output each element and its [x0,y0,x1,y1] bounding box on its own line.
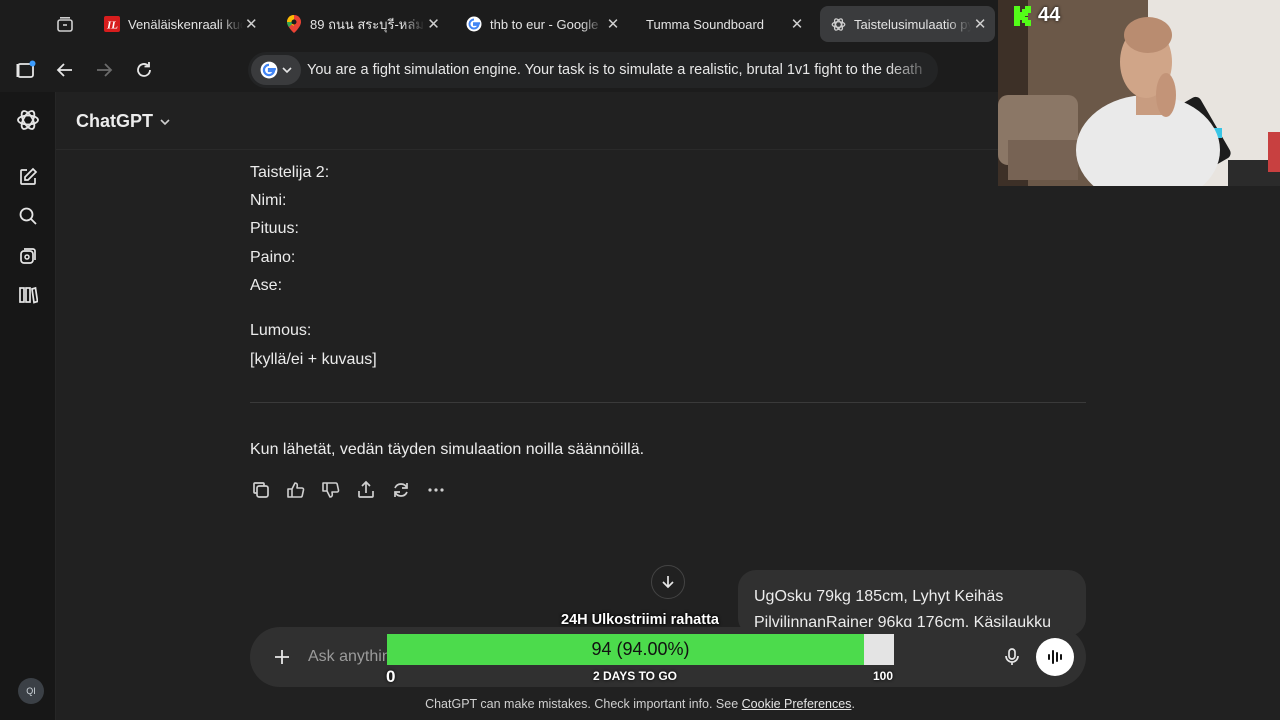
copy-icon [252,481,269,498]
thumbs-up-button[interactable] [283,477,308,502]
tab-title: thb to eur - Google [490,16,599,32]
forward-arrow-icon [97,63,113,77]
il-news-icon: IL [104,16,120,32]
fighter2-heading: Taistelija 2: [250,164,330,181]
chatgpt-logo-icon [830,16,846,32]
goal-min-label: 0 [386,667,396,686]
message-actions [248,477,448,502]
goal-days-left: 2 DAYS TO GO [592,669,678,683]
regenerate-button[interactable] [388,477,413,502]
tab-title: Tumma Soundboard [646,16,765,32]
share-icon [357,480,374,498]
disclaimer-period: . [851,697,855,711]
new-chat-button[interactable] [14,163,42,191]
field-name: Nimi: [250,192,287,209]
field-weight: Paino: [250,249,296,266]
map-pin-icon [286,15,302,33]
field-height: Pituus: [250,220,299,237]
tab-title: Taistelusimulaatio py [854,16,972,32]
copy-button[interactable] [248,477,273,502]
plus-icon [275,650,289,664]
prompt-input[interactable]: Ask anything [308,648,400,666]
kick-logo-icon [1014,5,1031,26]
more-dots-icon [427,487,444,492]
thumbs-down-button[interactable] [318,477,343,502]
model-label: ChatGPT [76,111,154,131]
microphone-icon [1005,648,1019,665]
close-tab-icon[interactable]: ✕ [604,15,622,33]
tab-strip: IL Venäläiskenraali kuo ✕ 89 ถนน สระบุรี… [0,0,1000,48]
goal-max-label: 100 [873,669,894,683]
enchant-heading: Lumous: [250,322,312,339]
model-selector[interactable]: ChatGPT [76,111,171,132]
edit-icon [20,167,38,185]
search-engine-chip[interactable] [251,55,301,85]
reload-icon [137,62,151,77]
goal-progress-label: 94 (94.00%) [591,639,690,659]
panel-icon [16,60,36,78]
regenerate-icon [393,482,408,497]
chevron-down-icon [282,67,292,74]
attach-button[interactable] [268,643,296,671]
openai-logo-icon [17,110,39,130]
close-tab-icon[interactable]: ✕ [425,15,442,33]
tab-overview-icon [57,16,73,32]
cookie-preferences-link[interactable]: Cookie Preferences [742,697,852,711]
tab-title: 89 ถนน สระบุรี-หล่มสั [310,16,426,32]
closing-text: Kun lähetät, vedän täyden simulaation no… [250,441,645,458]
svg-text:IL: IL [106,20,118,32]
tab-search-button[interactable] [52,12,78,38]
sound-wave-icon [1048,650,1062,664]
google-icon [466,16,482,32]
openai-logo-button[interactable] [14,106,42,134]
chevron-down-icon [160,118,170,125]
arrow-down-icon [662,576,674,589]
books-icon [19,286,38,304]
chat-sidebar: QI [0,92,56,720]
goal-title: 24H Ulkostriimi rahatta [561,612,719,628]
goal-progress-bar: 94 (94.00%) [387,634,894,665]
address-bar[interactable]: You are a fight simulation engine. Your … [248,52,938,88]
disclaimer-text: ChatGPT can make mistakes. Check importa… [425,697,742,711]
voice-mode-button[interactable] [1036,638,1074,676]
dictate-button[interactable] [998,643,1026,671]
viewer-count: 44 [1038,4,1061,26]
tab-title: Venäläiskenraali kuo [128,16,243,32]
tab-tumma-soundboard[interactable]: Tumma Soundboard ✕ [636,6,812,42]
screen: IL Venäläiskenraali kuo ✕ 89 ถนน สระบุรี… [0,0,1280,720]
tab-taistelusimulaatio[interactable]: Taistelusimulaatio py ✕ [820,6,995,42]
library-button[interactable] [14,242,42,270]
webcam-feed [998,0,1280,186]
viewer-badge: 44 [1012,4,1060,27]
thumbs-down-icon [321,481,339,498]
message-divider [250,402,1086,403]
enchant-value: [kyllä/ei + kuvaus] [250,351,377,368]
forward-button[interactable] [90,56,118,84]
disclaimer: ChatGPT can make mistakes. Check importa… [0,697,1280,711]
search-icon [19,207,37,225]
scroll-to-bottom-button[interactable] [651,565,685,599]
thumbs-up-icon [286,481,304,498]
close-tab-icon[interactable]: ✕ [788,15,806,33]
gpts-button[interactable] [14,281,42,309]
field-weapon: Ase: [250,277,283,294]
sidebar-toggle-button[interactable] [12,56,40,84]
webcam-image [998,0,1280,186]
more-options-button[interactable] [423,477,448,502]
search-chats-button[interactable] [14,202,42,230]
google-icon [260,61,278,79]
user-message-line: UgOsku 79kg 185cm, Lyhyt Keihäs [754,588,1004,605]
tab-google-search[interactable]: thb to eur - Google ✕ [456,6,628,42]
back-button[interactable] [51,56,79,84]
reload-button[interactable] [130,56,158,84]
tab-venalaiskenraali[interactable]: IL Venäläiskenraali kuo ✕ [94,6,266,42]
close-tab-icon[interactable]: ✕ [243,15,260,33]
share-button[interactable] [353,477,378,502]
tab-maps-address[interactable]: 89 ถนน สระบุรี-หล่มสั ✕ [276,6,448,42]
chat-header: ChatGPT [56,92,1000,150]
images-icon [20,248,36,264]
address-text: You are a fight simulation engine. Your … [307,62,923,78]
close-tab-icon[interactable]: ✕ [971,15,989,33]
back-arrow-icon [56,63,72,77]
